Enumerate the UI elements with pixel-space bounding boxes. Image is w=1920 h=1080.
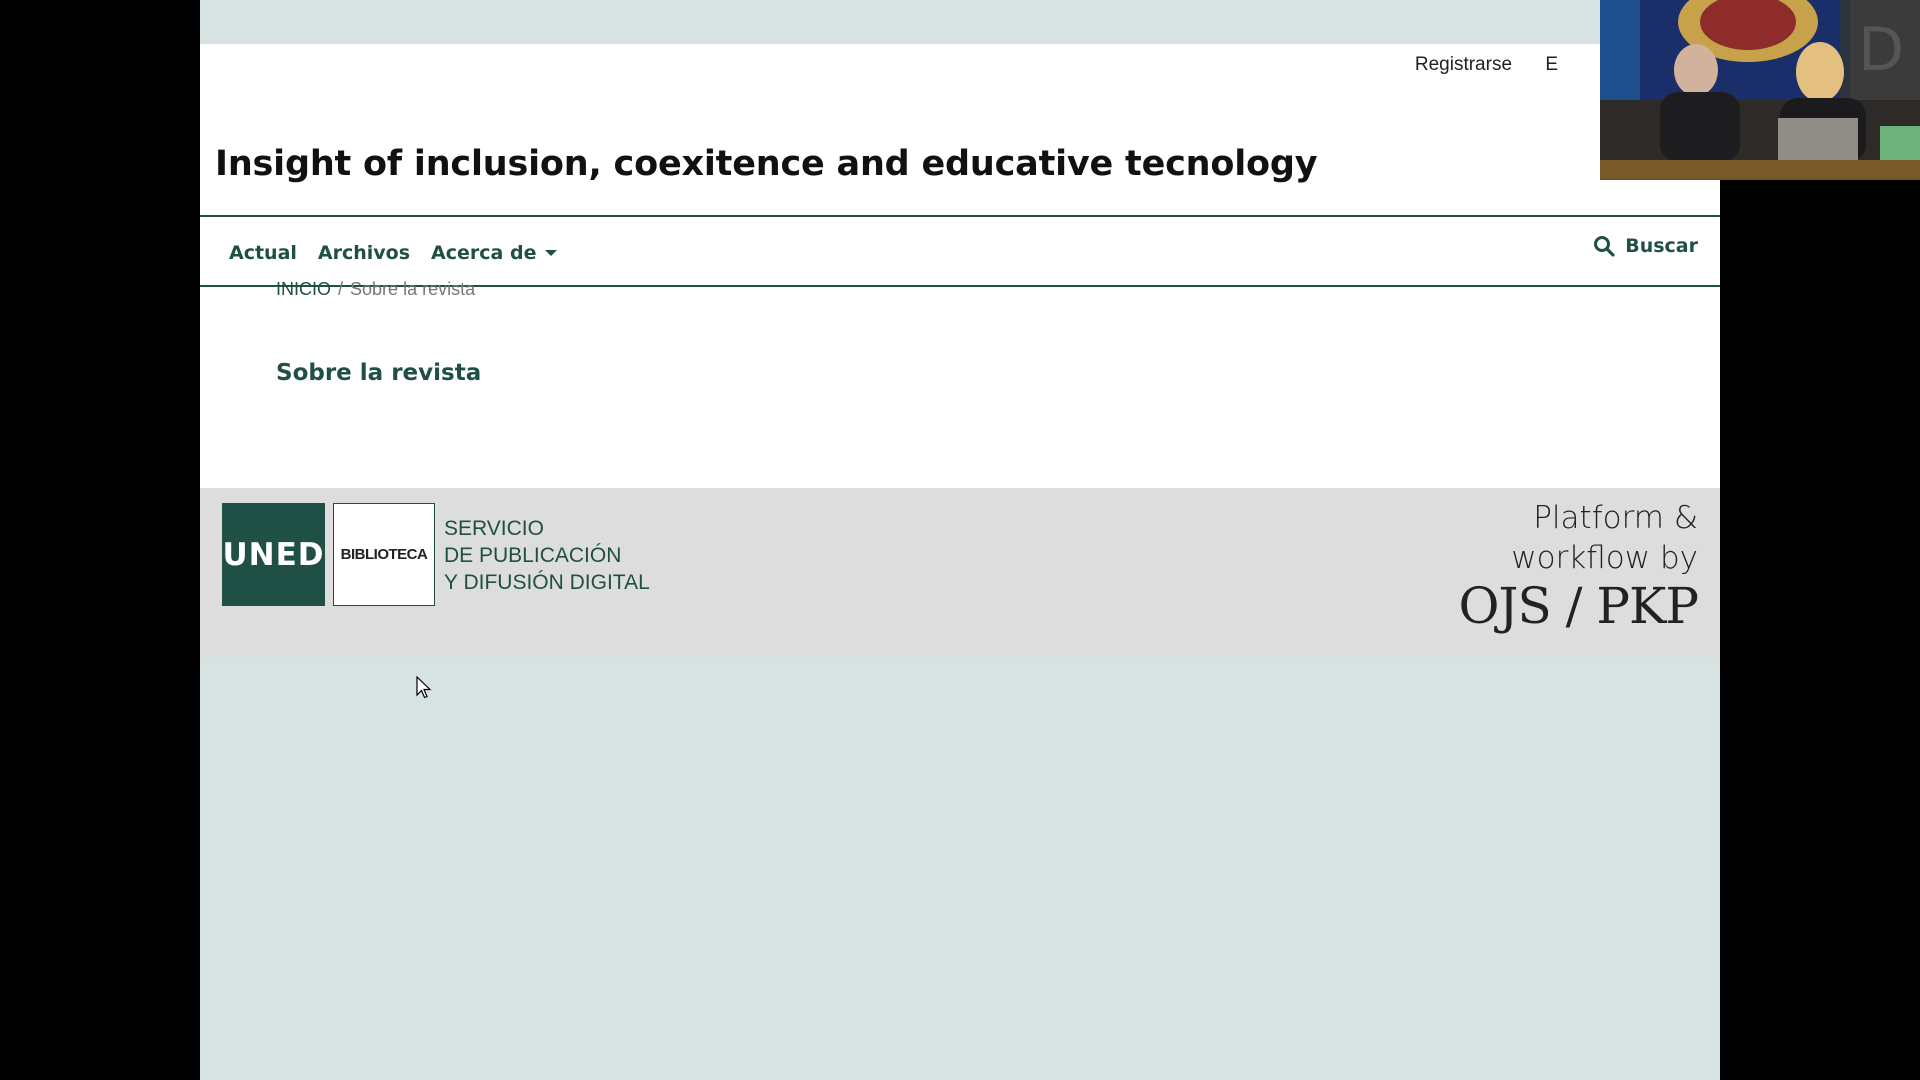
breadcrumb-current: Sobre la revista <box>350 279 476 299</box>
nav-item-label: Acerca de <box>431 242 537 264</box>
browser-viewport: Registrarse E Insight of inclusion, coex… <box>200 0 1720 1080</box>
breadcrumb-home[interactable]: INICIO <box>276 279 331 299</box>
uned-logo[interactable]: UNED <box>222 503 325 606</box>
video-scene-image: D <box>1600 0 1920 178</box>
pkp-line: OJS / PKP <box>1458 577 1699 635</box>
svg-text:D: D <box>1858 15 1904 85</box>
publication-service-text: SERVICIO DE PUBLICACIÓN Y DIFUSIÓN DIGIT… <box>444 515 650 596</box>
pkp-line: workflow by <box>1511 540 1698 576</box>
nav-item-label: Actual <box>229 242 297 264</box>
nav-item-acerca-de[interactable]: Acerca de <box>431 242 558 264</box>
pkp-line: Platform & <box>1533 500 1698 536</box>
service-line: Y DIFUSIÓN DIGITAL <box>444 571 650 594</box>
video-thumbnail: D <box>1600 0 1920 180</box>
breadcrumb: INICIO / Sobre la revista <box>276 279 475 300</box>
biblioteca-logo-text: BIBLIOTECA <box>340 546 428 563</box>
breadcrumb-separator: / <box>338 279 344 299</box>
search-label: Buscar <box>1625 235 1698 257</box>
journal-site: Registrarse E Insight of inclusion, coex… <box>200 44 1720 488</box>
mouse-pointer-icon <box>416 676 432 699</box>
journal-title[interactable]: Insight of inclusion, coexitence and edu… <box>215 144 1318 184</box>
service-line: DE PUBLICACIÓN <box>444 544 622 567</box>
login-link[interactable]: E <box>1545 54 1558 75</box>
site-footer: UNED BIBLIOTECA SERVICIO DE PUBLICACIÓN … <box>200 488 1720 658</box>
search-link[interactable]: Buscar <box>1593 235 1698 257</box>
search-icon <box>1594 236 1615 257</box>
nav-item-label: Archivos <box>317 242 411 264</box>
service-line: SERVICIO <box>444 517 544 540</box>
nav-item-actual[interactable]: Actual <box>229 242 297 264</box>
user-nav: Registrarse E <box>1387 54 1558 76</box>
pkp-logo[interactable]: Platform & workflow by OJS / PKP <box>1458 498 1699 635</box>
nav-item-archivos[interactable]: Archivos <box>318 242 410 264</box>
primary-nav: Actual Archivos Acerca de Buscar <box>200 215 1720 287</box>
register-link[interactable]: Registrarse <box>1415 54 1512 75</box>
biblioteca-logo[interactable]: BIBLIOTECA <box>333 503 435 606</box>
page-title: Sobre la revista <box>276 360 482 386</box>
caret-down-icon <box>545 250 558 256</box>
uned-logo-text: UNED <box>222 536 325 573</box>
